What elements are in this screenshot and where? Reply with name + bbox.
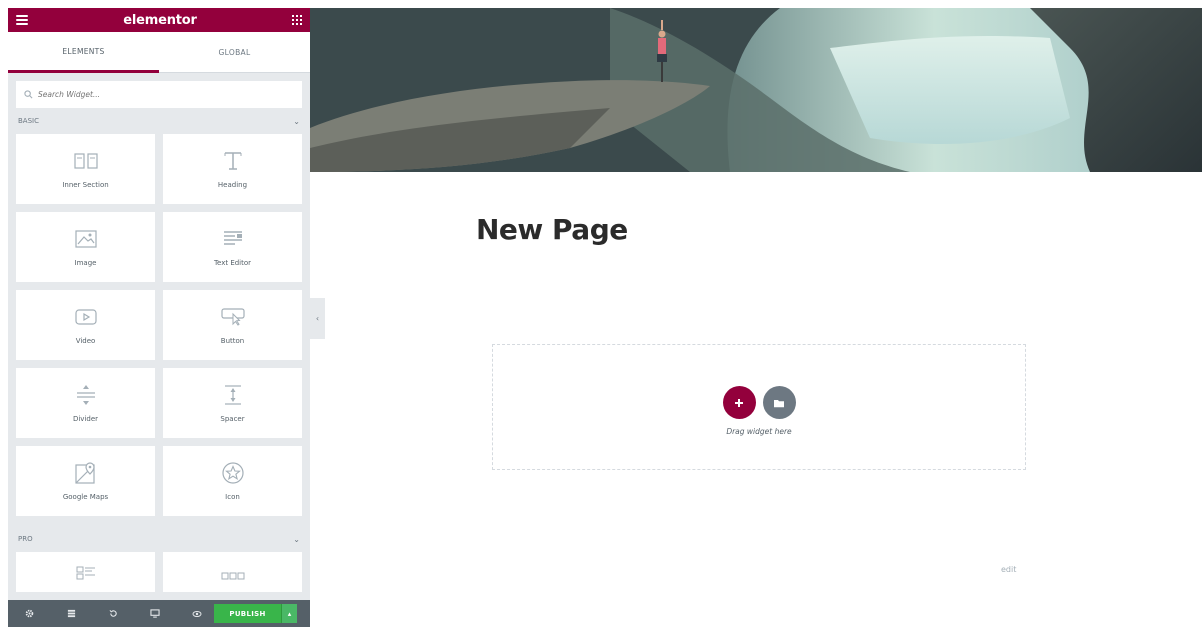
widget-label: Divider: [72, 415, 99, 423]
widget-divider[interactable]: Divider: [16, 368, 155, 438]
widget-video[interactable]: Video: [16, 290, 155, 360]
widget-spacer[interactable]: Spacer: [163, 368, 302, 438]
chevron-left-icon: ‹: [315, 314, 320, 323]
eye-icon: [192, 610, 202, 617]
drop-hint-text: Drag widget here: [726, 427, 792, 436]
publish-button[interactable]: PUBLISH: [214, 604, 281, 623]
hero-image: [310, 8, 1202, 172]
search-wrapper: [8, 73, 310, 108]
portfolio-icon: [221, 562, 245, 584]
map-icon: [74, 461, 97, 485]
video-icon: [74, 305, 97, 329]
desktop-icon: [150, 609, 160, 618]
search-icon: [24, 90, 33, 99]
plus-icon: [735, 398, 743, 407]
widget-icon[interactable]: Icon: [163, 446, 302, 516]
menu-icon[interactable]: [16, 15, 28, 25]
preview-button[interactable]: [176, 600, 218, 627]
widget-label: Video: [75, 337, 96, 345]
drop-zone-buttons: [722, 386, 796, 419]
elementor-logo: elementor: [123, 12, 197, 28]
add-section-button[interactable]: [722, 386, 756, 419]
navigator-button[interactable]: [50, 600, 92, 627]
spacer-icon: [223, 383, 243, 407]
divider-icon: [76, 383, 96, 407]
text-editor-icon: [223, 227, 243, 251]
widget-label: Button: [220, 337, 245, 345]
widget-pro-posts[interactable]: [16, 552, 155, 592]
history-button[interactable]: [92, 600, 134, 627]
widget-google-maps[interactable]: Google Maps: [16, 446, 155, 516]
image-icon: [74, 227, 97, 251]
widget-label: Text Editor: [213, 259, 252, 267]
widget-button[interactable]: Button: [163, 290, 302, 360]
widget-label: Icon: [225, 493, 240, 501]
tab-elements[interactable]: ELEMENTS: [8, 32, 159, 73]
caret-up-icon: ▴: [287, 609, 292, 618]
empty-section-drop-zone[interactable]: Drag widget here: [492, 344, 1026, 470]
widget-heading[interactable]: Heading: [163, 134, 302, 204]
layers-icon: [67, 609, 75, 618]
search-input[interactable]: [38, 90, 294, 99]
category-basic-title[interactable]: BASIC ⌄: [8, 108, 310, 134]
publish-options-button[interactable]: ▴: [281, 604, 297, 623]
category-basic-label: BASIC: [18, 117, 39, 125]
category-pro-label: PRO: [18, 535, 33, 543]
chevron-down-icon: ⌄: [293, 534, 300, 544]
panel-tabs: ELEMENTS GLOBAL: [8, 32, 310, 73]
widget-image[interactable]: Image: [16, 212, 155, 282]
chevron-down-icon: ⌄: [293, 116, 300, 126]
panel-footer: PUBLISH ▴: [8, 600, 310, 627]
star-icon: [221, 461, 244, 485]
widget-label: Spacer: [220, 415, 245, 423]
elementor-panel: elementor ELEMENTS GLOBAL BASIC ⌄: [8, 8, 310, 627]
widget-label: Heading: [217, 181, 248, 189]
history-icon: [109, 610, 117, 617]
button-icon: [220, 305, 245, 329]
widget-label: Inner Section: [62, 181, 109, 189]
widget-inner-section[interactable]: Inner Section: [16, 134, 155, 204]
widgets-grid-icon[interactable]: [292, 15, 302, 25]
pro-widgets-grid: [8, 552, 310, 592]
responsive-mode-button[interactable]: [134, 600, 176, 627]
gear-icon: [25, 609, 33, 618]
settings-button[interactable]: [8, 600, 50, 627]
page-title: New Page: [476, 213, 628, 246]
publish-group: PUBLISH ▴: [214, 604, 297, 623]
folder-icon: [774, 399, 784, 407]
widget-label: Image: [74, 259, 97, 267]
elementor-editor: elementor ELEMENTS GLOBAL BASIC ⌄: [0, 0, 1202, 627]
widget-text-editor[interactable]: Text Editor: [163, 212, 302, 282]
columns-icon: [73, 149, 98, 173]
basic-widgets-grid: Inner Section Heading Image Text Editor: [8, 134, 310, 516]
edit-link[interactable]: edit: [1001, 565, 1016, 574]
category-pro-title[interactable]: PRO ⌄: [8, 526, 310, 552]
widget-label: Google Maps: [62, 493, 109, 501]
collapse-panel-toggle[interactable]: ‹: [310, 298, 325, 339]
panel-header: elementor: [8, 8, 310, 32]
widget-pro-portfolio[interactable]: [163, 552, 302, 592]
posts-icon: [76, 562, 96, 584]
heading-icon: [223, 149, 243, 173]
add-template-button[interactable]: [762, 386, 796, 419]
tab-global[interactable]: GLOBAL: [159, 32, 310, 73]
search-box: [16, 81, 302, 108]
